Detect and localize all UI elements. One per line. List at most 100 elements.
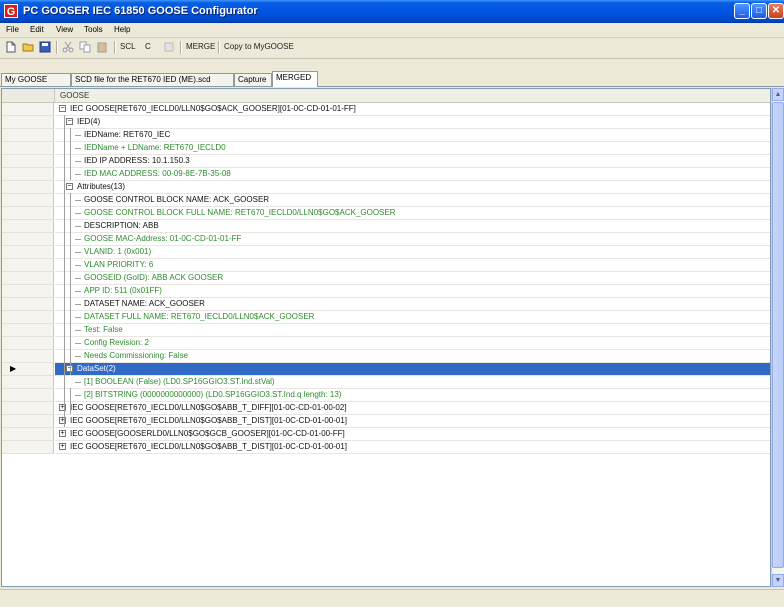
c-button[interactable]: C: [145, 42, 151, 51]
scl-button[interactable]: SCL: [120, 42, 136, 51]
scroll-down-button[interactable]: ▼: [772, 574, 784, 587]
row-header[interactable]: [2, 233, 54, 246]
scroll-up-button[interactable]: ▲: [772, 88, 784, 101]
tree-cell[interactable]: + IEC GOOSE[RET670_IECLD0/LLN0$GO$ABB_T_D…: [55, 402, 770, 415]
tree-row[interactable]: IEDName: RET670_IEC: [2, 129, 770, 142]
tree-cell[interactable]: GOOSE CONTROL BLOCK FULL NAME: RET670_IE…: [55, 207, 770, 220]
row-header[interactable]: [2, 376, 54, 389]
menu-edit[interactable]: Edit: [30, 25, 44, 34]
tree-row[interactable]: − Attributes(13): [2, 181, 770, 194]
row-header[interactable]: [2, 350, 54, 363]
tree-row[interactable]: + IEC GOOSE[RET670_IECLD0/LLN0$GO$ABB_T_D…: [2, 441, 770, 454]
tree-row[interactable]: Test: False: [2, 324, 770, 337]
close-button[interactable]: ✕: [768, 3, 784, 19]
scroll-thumb[interactable]: [772, 102, 784, 568]
tree-cell[interactable]: [1] BOOLEAN (False) (LD0.SP16GGIO3.ST.In…: [55, 376, 770, 389]
collapse-icon[interactable]: −: [66, 183, 73, 190]
row-header[interactable]: [2, 259, 54, 272]
tree-cell[interactable]: DATASET FULL NAME: RET670_IECLD0/LLN0$AC…: [55, 311, 770, 324]
tree-row[interactable]: Needs Commissioning: False: [2, 350, 770, 363]
collapse-icon[interactable]: −: [66, 118, 73, 125]
tree-row[interactable]: DATASET NAME: ACK_GOOSER: [2, 298, 770, 311]
tree-cell[interactable]: − Attributes(13): [55, 181, 770, 194]
tree-cell[interactable]: Config Revision: 2: [55, 337, 770, 350]
collapse-icon[interactable]: −: [59, 105, 66, 112]
tree-cell[interactable]: GOOSE MAC-Address: 01-0C-CD-01-01-FF: [55, 233, 770, 246]
tree-row[interactable]: VLAN PRIORITY: 6: [2, 259, 770, 272]
tree-cell[interactable]: Needs Commissioning: False: [55, 350, 770, 363]
tree-row[interactable]: GOOSE MAC-Address: 01-0C-CD-01-01-FF: [2, 233, 770, 246]
expand-icon[interactable]: +: [59, 443, 66, 450]
tree-cell[interactable]: GOOSEID (GoID): ABB ACK GOOSER: [55, 272, 770, 285]
tree-cell[interactable]: Test: False: [55, 324, 770, 337]
tree-cell[interactable]: + IEC GOOSE[GOOSERLD0/LLN0$GO$GCB_GOOSER]…: [55, 428, 770, 441]
tree-row[interactable]: Config Revision: 2: [2, 337, 770, 350]
minimize-button[interactable]: _: [734, 3, 750, 19]
tree-row[interactable]: + IEC GOOSE[RET670_IECLD0/LLN0$GO$ABB_T_D…: [2, 402, 770, 415]
tree-row[interactable]: IED IP ADDRESS: 10.1.150.3: [2, 155, 770, 168]
save-icon[interactable]: [39, 41, 51, 53]
menu-file[interactable]: File: [6, 25, 19, 34]
row-header[interactable]: [2, 428, 54, 441]
menu-view[interactable]: View: [56, 25, 73, 34]
menu-tools[interactable]: Tools: [84, 25, 103, 34]
vertical-scrollbar[interactable]: ▲ ▼: [771, 88, 784, 587]
tree-row[interactable]: IEDName + LDName: RET670_IECLD0: [2, 142, 770, 155]
tree-cell[interactable]: VLAN PRIORITY: 6: [55, 259, 770, 272]
row-header[interactable]: [2, 337, 54, 350]
tree-cell[interactable]: DATASET NAME: ACK_GOOSER: [55, 298, 770, 311]
row-header[interactable]: [2, 415, 54, 428]
new-file-icon[interactable]: [5, 41, 17, 53]
tree-cell[interactable]: IEDName: RET670_IEC: [55, 129, 770, 142]
disabled-tool-icon[interactable]: [163, 41, 175, 53]
menu-help[interactable]: Help: [114, 25, 130, 34]
tree-row[interactable]: VLANID: 1 (0x001): [2, 246, 770, 259]
row-header[interactable]: [2, 298, 54, 311]
tree-cell[interactable]: APP ID: 511 (0x01FF): [55, 285, 770, 298]
row-header[interactable]: [2, 246, 54, 259]
tab-merged[interactable]: MERGED: [272, 71, 318, 87]
tree-cell[interactable]: − IEC GOOSE[RET670_IECLD0/LLN0$GO$ACK_GOO…: [55, 103, 770, 116]
tree-cell[interactable]: DESCRIPTION: ABB: [55, 220, 770, 233]
row-header[interactable]: [2, 194, 54, 207]
title-bar[interactable]: G PC GOOSER IEC 61850 GOOSE Configurator…: [0, 0, 784, 23]
tree-cell[interactable]: VLANID: 1 (0x001): [55, 246, 770, 259]
expand-icon[interactable]: +: [59, 430, 66, 437]
tree-cell[interactable]: −DataSet(2): [55, 363, 770, 376]
tree-row[interactable]: [1] BOOLEAN (False) (LD0.SP16GGIO3.ST.In…: [2, 376, 770, 389]
row-header[interactable]: [2, 142, 54, 155]
row-header[interactable]: [2, 129, 54, 142]
row-header[interactable]: [2, 220, 54, 233]
cut-icon[interactable]: [62, 41, 74, 53]
tree-row[interactable]: + IEC GOOSE[RET670_IECLD0/LLN0$GO$ABB_T_D…: [2, 415, 770, 428]
row-header[interactable]: [2, 116, 54, 129]
row-header[interactable]: [2, 285, 54, 298]
tree-row[interactable]: [2] BITSTRING (0000000000000) (LD0.SP16G…: [2, 389, 770, 402]
tree-cell[interactable]: GOOSE CONTROL BLOCK NAME: ACK_GOOSER: [55, 194, 770, 207]
tab-scd-file[interactable]: SCD file for the RET670 IED (ME).scd: [71, 73, 234, 86]
row-header[interactable]: [2, 389, 54, 402]
row-header[interactable]: [2, 324, 54, 337]
open-folder-icon[interactable]: [22, 41, 34, 53]
tree-row[interactable]: + IEC GOOSE[GOOSERLD0/LLN0$GO$GCB_GOOSER]…: [2, 428, 770, 441]
tree-row[interactable]: DATASET FULL NAME: RET670_IECLD0/LLN0$AC…: [2, 311, 770, 324]
row-header[interactable]: [2, 402, 54, 415]
row-header[interactable]: [2, 207, 54, 220]
tree-cell[interactable]: + IEC GOOSE[RET670_IECLD0/LLN0$GO$ABB_T_D…: [55, 415, 770, 428]
row-header[interactable]: [2, 311, 54, 324]
tree-row[interactable]: GOOSEID (GoID): ABB ACK GOOSER: [2, 272, 770, 285]
tree-row[interactable]: APP ID: 511 (0x01FF): [2, 285, 770, 298]
tree-row[interactable]: GOOSE CONTROL BLOCK FULL NAME: RET670_IE…: [2, 207, 770, 220]
tree-row[interactable]: − IED(4): [2, 116, 770, 129]
merge-button[interactable]: MERGE: [186, 42, 215, 51]
row-header[interactable]: [2, 272, 54, 285]
copy-to-mygoose-button[interactable]: Copy to MyGOOSE: [224, 42, 294, 51]
row-header[interactable]: [2, 155, 54, 168]
tree-cell[interactable]: IED MAC ADDRESS: 00-09-8E-7B-35-08: [55, 168, 770, 181]
tab-my-goose[interactable]: My GOOSE: [1, 73, 71, 86]
tree-row[interactable]: GOOSE CONTROL BLOCK NAME: ACK_GOOSER: [2, 194, 770, 207]
tree-row[interactable]: − IEC GOOSE[RET670_IECLD0/LLN0$GO$ACK_GOO…: [2, 103, 770, 116]
row-header[interactable]: [2, 181, 54, 194]
tree-row[interactable]: −DataSet(2): [2, 363, 770, 376]
tree-cell[interactable]: + IEC GOOSE[RET670_IECLD0/LLN0$GO$ABB_T_D…: [55, 441, 770, 454]
